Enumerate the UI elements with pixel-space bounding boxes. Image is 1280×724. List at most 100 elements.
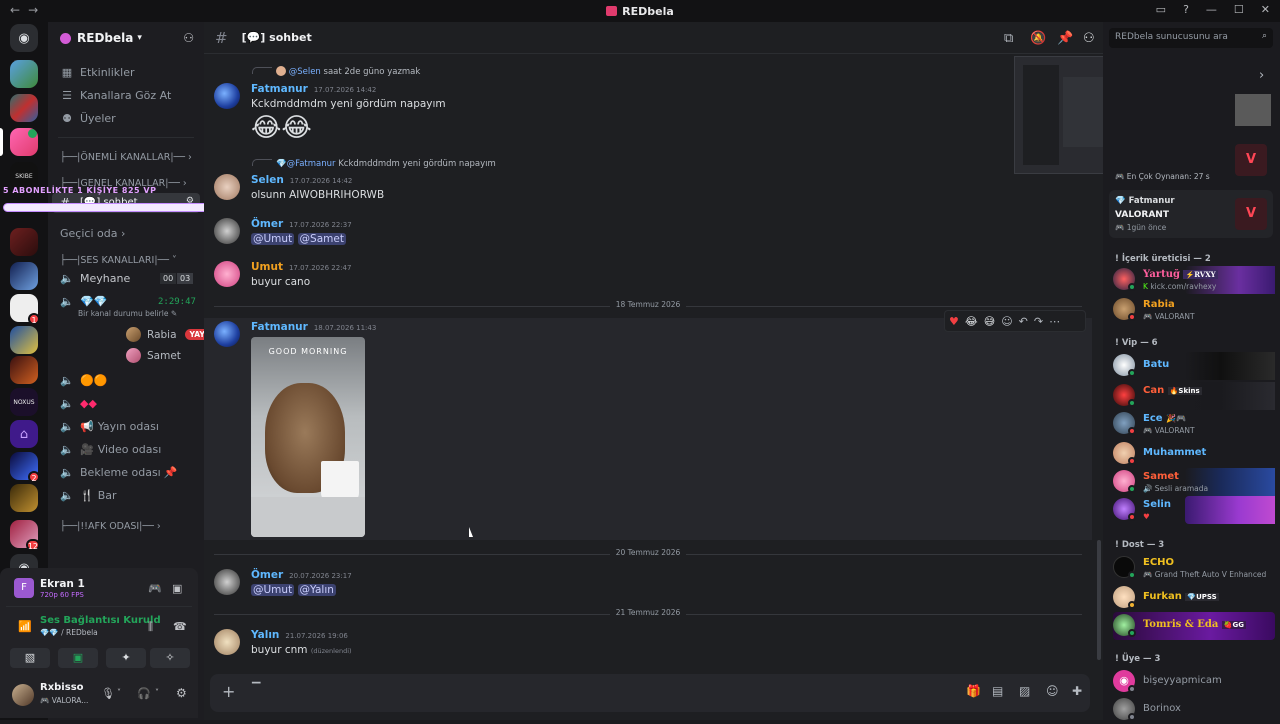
search-input[interactable]: REDbela sunucusunu ara ⌕ xyxy=(1109,28,1273,48)
mention[interactable]: @Umut xyxy=(251,584,295,596)
help-icon[interactable]: ? xyxy=(1183,3,1189,16)
chevron-down-icon[interactable]: ˅ xyxy=(155,688,159,697)
events-item[interactable]: ▦ Etkinlikler xyxy=(60,66,135,79)
voice-channel-bekleme[interactable]: 🔈 Bekleme odası 📌 xyxy=(60,466,177,479)
avatar[interactable] xyxy=(214,218,240,244)
server-icon[interactable] xyxy=(10,60,38,88)
avatar[interactable] xyxy=(214,569,240,595)
avatar[interactable] xyxy=(214,321,240,347)
avatar[interactable] xyxy=(214,261,240,287)
message-author[interactable]: Ömer 17.07.2026 22:37 xyxy=(251,218,352,230)
server-icon[interactable]: NOXUS xyxy=(10,388,38,416)
pinned-icon[interactable]: 📌 xyxy=(1057,31,1073,46)
mention[interactable]: @Umut xyxy=(251,233,295,245)
message-author[interactable]: Fatmanur 17.07.2026 14:42 xyxy=(251,83,376,95)
headphones-icon[interactable]: 🎧 xyxy=(137,687,151,700)
server-icon[interactable] xyxy=(10,228,38,256)
category-voice[interactable]: ├──|SES KANALLARI|── ˅ xyxy=(60,255,177,266)
reply-preview[interactable]: @Selen saat 2de güno yazmak xyxy=(252,66,420,77)
avatar[interactable] xyxy=(12,684,34,706)
server-folder-icon[interactable] xyxy=(10,94,38,122)
member-item[interactable]: Tomris & Eda 🍓GG xyxy=(1113,612,1275,640)
category-afk[interactable]: ├──|!!AFK ODASI|── › xyxy=(60,521,161,532)
member-item[interactable]: Rabia 🎮 VALORANT xyxy=(1113,296,1275,324)
member-list-icon[interactable]: ⚇ xyxy=(1083,31,1095,46)
notifications-icon[interactable]: 🔕 xyxy=(1030,31,1046,46)
user-name[interactable]: Rxbisso xyxy=(40,682,84,693)
member-item[interactable]: Furkan 💎UPSS xyxy=(1113,584,1275,612)
message-author[interactable]: Fatmanur 18.07.2026 11:43 xyxy=(251,321,376,333)
server-icon[interactable] xyxy=(10,326,38,354)
settings-icon[interactable]: ⚙ xyxy=(176,686,187,700)
more-icon[interactable]: ⋯ xyxy=(1049,315,1060,328)
voice-channel-pink[interactable]: 🔈 ◆◆ xyxy=(60,397,97,410)
member-item[interactable]: Selin ♥ xyxy=(1113,496,1275,524)
inbox-icon[interactable]: ▭ xyxy=(1156,3,1166,16)
camera-off-button[interactable]: ▧ xyxy=(10,648,50,668)
chevron-down-icon[interactable]: ˅ xyxy=(117,688,121,697)
maximize-icon[interactable]: ☐ xyxy=(1234,3,1244,16)
attach-plus-icon[interactable]: + xyxy=(222,682,235,701)
laugh-reaction-icon[interactable]: 😂 xyxy=(965,315,978,328)
guild-header[interactable]: REDbela ▾ ⚇ xyxy=(48,22,204,54)
disconnect-icon[interactable]: ☎ xyxy=(173,620,187,633)
message-composer[interactable]: + ▔ 🎁 ▤ ▨ ☺ ✚ xyxy=(210,674,1090,712)
member-item[interactable]: Yartuğ ⚡RVXY K kick.com/ravhexy xyxy=(1113,266,1275,294)
mention[interactable]: @Samet xyxy=(297,233,346,245)
voice-user-samet[interactable]: Samet xyxy=(126,348,181,363)
voice-channel-bar[interactable]: 🔈 🍴 Bar xyxy=(60,489,116,502)
screen-share-button[interactable]: ▣ xyxy=(58,648,98,668)
avatar[interactable] xyxy=(214,174,240,200)
noise-suppression-icon[interactable]: ⫼ xyxy=(148,620,153,634)
apps-icon[interactable]: ✚ xyxy=(1072,684,1082,698)
screen-icon[interactable]: ▣ xyxy=(172,582,182,595)
voice-channel-yayin[interactable]: 🔈 📢 Yayın odası xyxy=(60,420,159,433)
server-icon[interactable]: 2 xyxy=(10,452,40,483)
sticker-icon[interactable]: ▨ xyxy=(1019,684,1030,698)
server-home-icon[interactable]: ⌂ xyxy=(10,420,38,448)
member-item[interactable]: Can 🔥Skins xyxy=(1113,382,1275,410)
voice-channel-video[interactable]: 🔈 🎥 Video odası xyxy=(60,443,161,456)
forward-icon[interactable]: ↷ xyxy=(1034,315,1043,328)
message-author[interactable]: Selen 17.07.2026 14:42 xyxy=(251,174,352,186)
threads-icon[interactable]: ⧉ xyxy=(1004,31,1013,46)
member-item[interactable]: Muhammet xyxy=(1113,440,1275,468)
browse-channels-item[interactable]: ☰ Kanallara Göz At xyxy=(60,89,171,102)
message-author[interactable]: Ömer 20.07.2026 23:17 xyxy=(251,569,352,581)
minimize-icon[interactable]: — xyxy=(1206,3,1217,16)
members-item[interactable]: ⚉ Üyeler xyxy=(60,112,116,125)
channel-status[interactable]: Bir kanal durumu belirle ✎ xyxy=(78,309,177,318)
add-reaction-icon[interactable]: ☺ xyxy=(1001,315,1012,328)
voice-channel-active[interactable]: 🔈 💎💎 2:29:47 xyxy=(60,295,200,308)
member-item[interactable]: Samet 🔊 Sesli aramada xyxy=(1113,468,1275,496)
server-icon[interactable] xyxy=(10,484,38,512)
member-item[interactable]: Batu xyxy=(1113,352,1275,380)
microphone-icon[interactable]: 🎙 xyxy=(101,687,115,700)
server-redbela-icon[interactable] xyxy=(10,128,38,156)
activities-button[interactable]: ✦ xyxy=(106,648,146,668)
gamepad-icon[interactable]: 🎮 xyxy=(148,582,162,595)
message-author[interactable]: Yalın 21.07.2026 19:06 xyxy=(251,629,348,641)
avatar[interactable] xyxy=(214,629,240,655)
server-folder-icon[interactable]: 12 xyxy=(10,520,40,551)
scrollbar[interactable] xyxy=(1097,540,1101,660)
soundboard-button[interactable]: ✧ xyxy=(150,648,190,668)
emoji-icon[interactable]: ☺ xyxy=(1046,684,1059,698)
member-item[interactable]: Ece 🎉🎮 🎮 VALORANT xyxy=(1113,410,1275,438)
passing-room-item[interactable]: Geçici oda › xyxy=(60,227,125,240)
member-item[interactable]: ◉ bişeyyapmicam xyxy=(1113,668,1275,696)
reply-icon[interactable]: ↶ xyxy=(1019,315,1028,328)
close-icon[interactable]: ✕ xyxy=(1261,3,1270,16)
voice-location[interactable]: 💎💎 / REDbela xyxy=(40,628,98,637)
member-item[interactable]: ECHO 🎮 Grand Theft Auto V Enhanced xyxy=(1113,554,1275,582)
grin-reaction-icon[interactable]: 😅 xyxy=(984,315,995,328)
gif-icon[interactable]: ▤ xyxy=(992,684,1003,698)
server-icon[interactable] xyxy=(10,262,38,290)
chevron-right-icon[interactable]: › xyxy=(1259,68,1264,83)
reply-preview[interactable]: 💎@Fatmanur Kckdmddmdm yeni gördüm napayı… xyxy=(252,159,496,169)
gift-icon[interactable]: 🎁 xyxy=(966,684,981,698)
voice-channel-orange[interactable]: 🔈 🟠🟠 xyxy=(60,374,107,387)
server-icon[interactable] xyxy=(10,356,38,384)
category-important[interactable]: ├──|ÖNEMLİ KANALLAR|── › xyxy=(60,152,192,163)
gif-attachment[interactable]: GOOD MORNING xyxy=(251,337,365,537)
